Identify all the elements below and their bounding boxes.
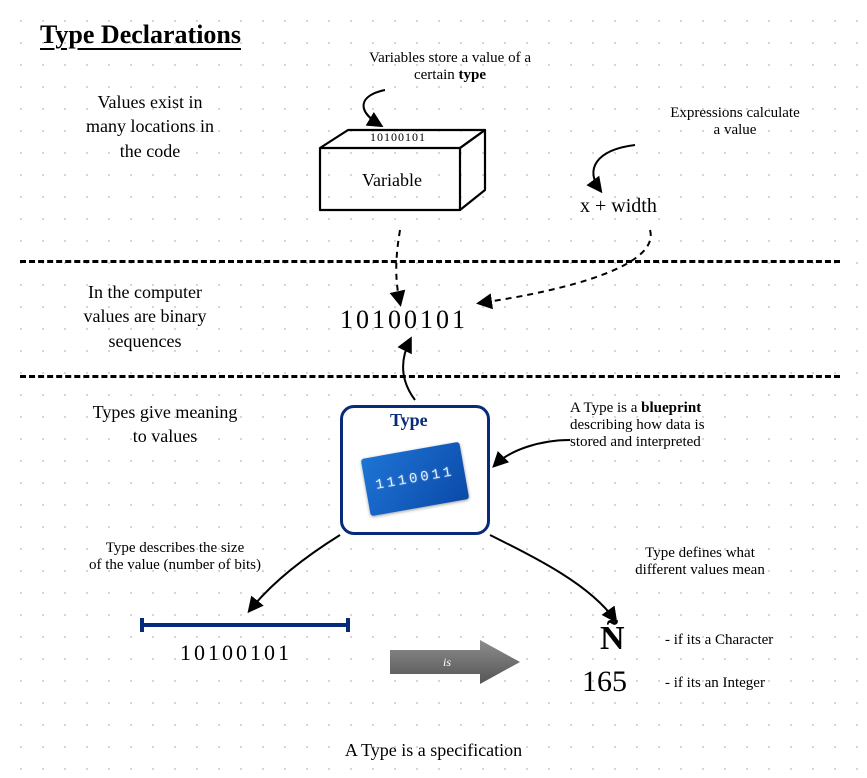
arrows-to-binary — [380, 225, 700, 310]
type-label: Type — [390, 410, 428, 431]
blueprint-note-bold: blueprint — [641, 400, 701, 416]
binary-value-center: 10100101 — [340, 305, 468, 335]
page-title: Type Declarations — [40, 20, 241, 50]
variables-store-note: Variables store a value of a certain — [369, 50, 531, 83]
footer-text: A Type is a specification — [0, 740, 867, 761]
binary-sequences-text: In the computer values are binary sequen… — [40, 280, 250, 353]
int-note: - if its an Integer — [665, 675, 765, 692]
arrow-type-to-size — [240, 530, 360, 620]
size-bar — [140, 618, 350, 632]
blueprint-note-pre: A Type is a — [570, 400, 641, 416]
arrow-note-to-box — [330, 85, 430, 135]
types-give-meaning-text: Types give meaning to values — [50, 400, 280, 449]
expressions-note: Expressions calculate a value — [630, 105, 840, 139]
type-chip-binary: 1110011 — [374, 464, 455, 494]
values-exist-text: Values exist in many locations in the co… — [50, 90, 250, 163]
is-label: is — [443, 655, 451, 670]
arrow-type-to-meaning — [480, 530, 630, 630]
char-value: Ñ — [600, 620, 625, 658]
int-value: 165 — [582, 665, 627, 699]
arrow-type-to-binary — [390, 335, 450, 405]
variable-label: Variable — [360, 170, 424, 191]
char-note: - if its a Character — [665, 632, 773, 649]
size-binary: 10100101 — [180, 640, 292, 666]
arrow-blueprint-to-type — [490, 435, 580, 475]
blueprint-note-post: describing how data is stored and interp… — [570, 417, 705, 450]
is-arrow: is — [390, 640, 520, 684]
variables-store-note-bold: type — [459, 67, 487, 83]
arrow-expr-note-to-expr — [575, 140, 665, 200]
